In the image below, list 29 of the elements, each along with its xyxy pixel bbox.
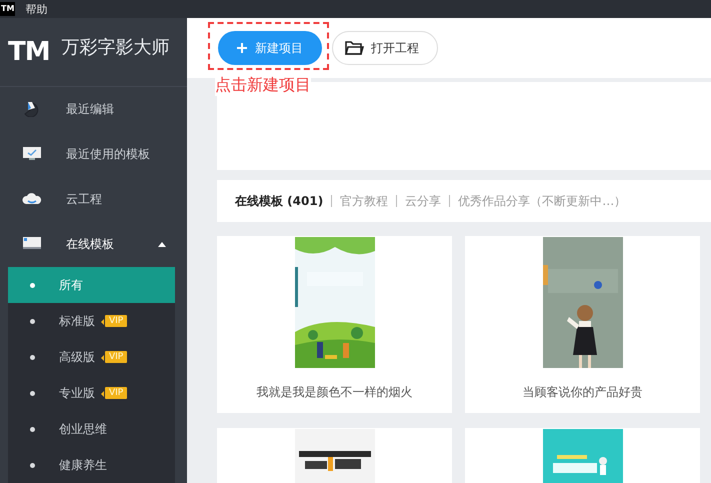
nav-subitem-label: 专业版	[59, 384, 95, 402]
nav-subitem-label: 创业思维	[59, 420, 107, 438]
nav-item[interactable]: 最近使用的模板	[0, 132, 187, 177]
nav-subitem[interactable]: 专业版 VIP	[8, 375, 175, 412]
app-icon: TM	[0, 2, 16, 16]
template-title: 我就是我是颜色不一样的烟火	[256, 384, 412, 401]
nav-subitem[interactable]: 健康养生	[8, 447, 175, 483]
annotation-text: 点击新建项目	[215, 75, 311, 96]
nav-item[interactable]: 最近编辑	[0, 86, 187, 132]
plus-icon	[236, 42, 248, 54]
nav-subitem[interactable]: 高级版 VIP	[8, 339, 175, 376]
nav-subitem[interactable]: 标准版 VIP	[8, 303, 175, 340]
folder-icon	[345, 40, 364, 56]
template-title: 当顾客说你的产品好贵	[522, 384, 642, 401]
category-tab[interactable]: 在线模板 (401)	[235, 195, 332, 207]
nav-item[interactable]: 在线模板	[0, 222, 187, 268]
app-logo: TM	[8, 36, 50, 67]
template-card[interactable]: 当顾客说你的产品好贵	[465, 236, 700, 413]
open-project-button[interactable]: 打开工程	[332, 31, 438, 65]
nav-subitem-label: 标准版	[59, 312, 95, 330]
nav-subitem-label: 所有	[59, 276, 83, 294]
monitor-icon	[22, 146, 42, 162]
nav-subitem-label: 健康养生	[59, 456, 107, 474]
nav-subitem[interactable]: 创业思维	[8, 411, 175, 448]
menu-item[interactable]: 帮助	[25, 2, 48, 16]
nav-subitem-label: 高级版	[59, 348, 95, 366]
template-card[interactable]: 我就是我是颜色不一样的烟火	[217, 236, 452, 413]
app-name: 万彩字影大师	[62, 36, 170, 59]
nav-item[interactable]: 云工程	[0, 176, 187, 222]
